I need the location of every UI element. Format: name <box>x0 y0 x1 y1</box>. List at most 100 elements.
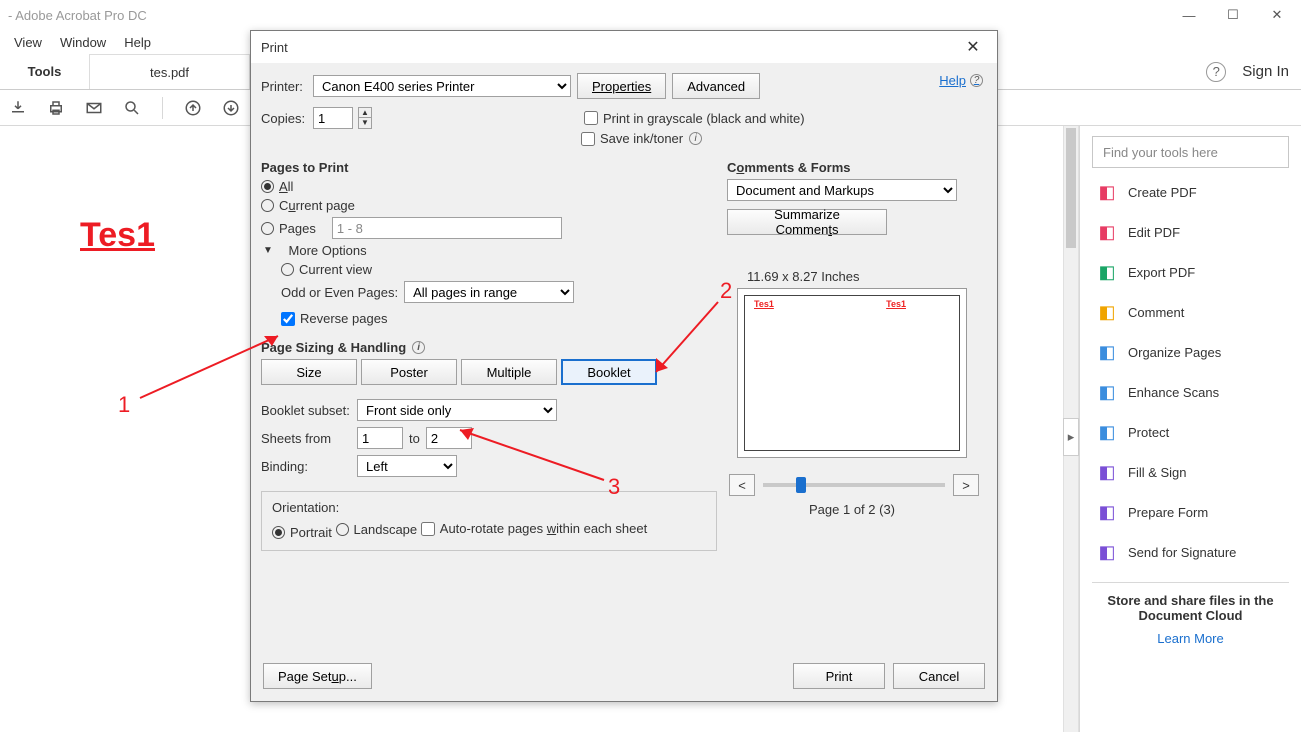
printer-label: Printer: <box>261 79 307 94</box>
prepare-form-icon: ◧ <box>1096 501 1118 523</box>
booklet-subset-label: Booklet subset: <box>261 403 351 418</box>
save-ink-checkbox[interactable]: Save ink/toner <box>581 131 683 146</box>
tools-tab[interactable]: Tools <box>0 54 90 89</box>
tool-label: Send for Signature <box>1128 545 1236 560</box>
tool-label: Protect <box>1128 425 1169 440</box>
print-preview: Tes1 Tes1 <box>737 288 967 458</box>
print-dialog: Print ✕ Help? Printer: Canon E400 series… <box>250 30 998 702</box>
pages-range-input <box>332 217 562 239</box>
auto-rotate-checkbox[interactable]: Auto-rotate pages within each sheet <box>421 521 647 536</box>
window-titlebar: - Adobe Acrobat Pro DC — ☐ ✕ <box>0 0 1301 30</box>
prev-page-icon[interactable] <box>183 98 203 118</box>
menu-view[interactable]: View <box>8 33 48 52</box>
radio-pages[interactable]: Pages <box>261 221 316 236</box>
tool-item-comment-icon[interactable]: ◧Comment <box>1092 292 1289 332</box>
tools-search-input[interactable]: Find your tools here <box>1092 136 1289 168</box>
maximize-button[interactable]: ☐ <box>1211 1 1255 29</box>
menu-help[interactable]: Help <box>118 33 157 52</box>
tool-item-edit-pdf-icon[interactable]: ◧Edit PDF <box>1092 212 1289 252</box>
binding-select[interactable]: Left <box>357 455 457 477</box>
tool-item-send-signature-icon[interactable]: ◧ Send for Signature <box>1092 532 1289 572</box>
tool-label: Export PDF <box>1128 265 1195 280</box>
radio-current-page[interactable]: Current page <box>261 198 717 213</box>
tool-label: Organize Pages <box>1128 345 1221 360</box>
close-button[interactable]: ✕ <box>1255 1 1299 29</box>
radio-portrait[interactable]: Portrait <box>272 525 332 540</box>
sheets-to-input[interactable] <box>426 427 472 449</box>
tools-pane: Find your tools here ◧Create PDF◧Edit PD… <box>1079 126 1301 732</box>
page-setup-button[interactable]: Page Setup... <box>263 663 372 689</box>
multiple-button[interactable]: Multiple <box>461 359 557 385</box>
cancel-button[interactable]: Cancel <box>893 663 985 689</box>
odd-even-label: Odd or Even Pages: <box>281 285 398 300</box>
help-icon[interactable]: ? <box>1206 62 1226 82</box>
comments-forms-select[interactable]: Document and Markups <box>727 179 957 201</box>
next-page-icon[interactable] <box>221 98 241 118</box>
tool-item-protect-icon[interactable]: ◧ Protect <box>1092 412 1289 452</box>
grayscale-checkbox[interactable]: Print in grayscale (black and white) <box>584 111 805 126</box>
booklet-subset-select[interactable]: Front side only <box>357 399 557 421</box>
organize-pages-icon: ◧ <box>1096 341 1118 363</box>
save-icon[interactable] <box>8 98 28 118</box>
tool-label: Create PDF <box>1128 185 1197 200</box>
document-tab[interactable]: tes.pdf <box>90 54 250 89</box>
poster-button[interactable]: Poster <box>361 359 457 385</box>
print-icon[interactable] <box>46 98 66 118</box>
tool-item-enhance-scans-icon[interactable]: ◧Enhance Scans <box>1092 372 1289 412</box>
tool-item-organize-pages-icon[interactable]: ◧ Organize Pages <box>1092 332 1289 372</box>
preview-prev-button[interactable]: < <box>729 474 755 496</box>
tool-label: Edit PDF <box>1128 225 1180 240</box>
learn-more-link[interactable]: Learn More <box>1092 631 1289 646</box>
sign-in-link[interactable]: Sign In <box>1242 63 1289 80</box>
advanced-button[interactable]: Advanced <box>672 73 760 99</box>
print-button[interactable]: Print <box>793 663 885 689</box>
tools-search-placeholder: Find your tools here <box>1103 145 1218 160</box>
panel-toggle[interactable]: ▸ <box>1063 418 1079 456</box>
export-pdf-icon: ◧ <box>1096 261 1118 283</box>
protect-icon: ◧ <box>1096 421 1118 443</box>
preview-page-text-1: Tes1 <box>754 299 774 309</box>
copies-down[interactable]: ▼ <box>358 118 372 129</box>
booklet-button[interactable]: Booklet <box>561 359 657 385</box>
dialog-title: Print <box>261 40 288 55</box>
tool-item-create-pdf-icon[interactable]: ◧ Create PDF <box>1092 172 1289 212</box>
help-link[interactable]: Help? <box>939 73 983 88</box>
tool-item-export-pdf-icon[interactable]: ◧ Export PDF <box>1092 252 1289 292</box>
send-signature-icon: ◧ <box>1096 541 1118 563</box>
email-icon[interactable] <box>84 98 104 118</box>
radio-current-view[interactable]: Current view <box>281 262 717 277</box>
copies-input[interactable] <box>313 107 353 129</box>
tool-label: Comment <box>1128 305 1184 320</box>
size-button[interactable]: Size <box>261 359 357 385</box>
menu-window[interactable]: Window <box>54 33 112 52</box>
radio-landscape[interactable]: Landscape <box>336 522 418 537</box>
page-sizing-title: Page Sizing & Handlingi <box>261 340 717 355</box>
app-title: - Adobe Acrobat Pro DC <box>8 8 147 23</box>
minimize-button[interactable]: — <box>1167 1 1211 29</box>
preview-next-button[interactable]: > <box>953 474 979 496</box>
create-pdf-icon: ◧ <box>1096 181 1118 203</box>
info-icon[interactable]: i <box>689 132 702 145</box>
odd-even-select[interactable]: All pages in range <box>404 281 574 303</box>
search-icon[interactable] <box>122 98 142 118</box>
more-options-toggle[interactable]: ▼ More Options <box>263 243 717 258</box>
printer-select[interactable]: Canon E400 series Printer <box>313 75 571 97</box>
radio-all[interactable]: All <box>261 179 717 194</box>
fill-sign-icon: ◧ <box>1096 461 1118 483</box>
tool-label: Prepare Form <box>1128 505 1208 520</box>
sheets-from-label: Sheets from <box>261 431 351 446</box>
reverse-pages-checkbox[interactable]: Reverse pages <box>281 311 717 326</box>
copies-label: Copies: <box>261 111 307 126</box>
copies-up[interactable]: ▲ <box>358 107 372 118</box>
preview-size-label: 11.69 x 8.27 Inches <box>747 269 987 284</box>
properties-button[interactable]: Properties <box>577 73 666 99</box>
sheets-to-label: to <box>409 431 420 446</box>
preview-slider[interactable] <box>763 483 945 487</box>
cloud-promo-text: Store and share files in the Document Cl… <box>1092 593 1289 623</box>
tool-label: Enhance Scans <box>1128 385 1219 400</box>
tool-item-fill-sign-icon[interactable]: ◧Fill & Sign <box>1092 452 1289 492</box>
summarize-comments-button[interactable]: Summarize Comments <box>727 209 887 235</box>
sheets-from-input[interactable] <box>357 427 403 449</box>
tool-item-prepare-form-icon[interactable]: ◧ Prepare Form <box>1092 492 1289 532</box>
dialog-close-button[interactable]: ✕ <box>959 35 987 59</box>
